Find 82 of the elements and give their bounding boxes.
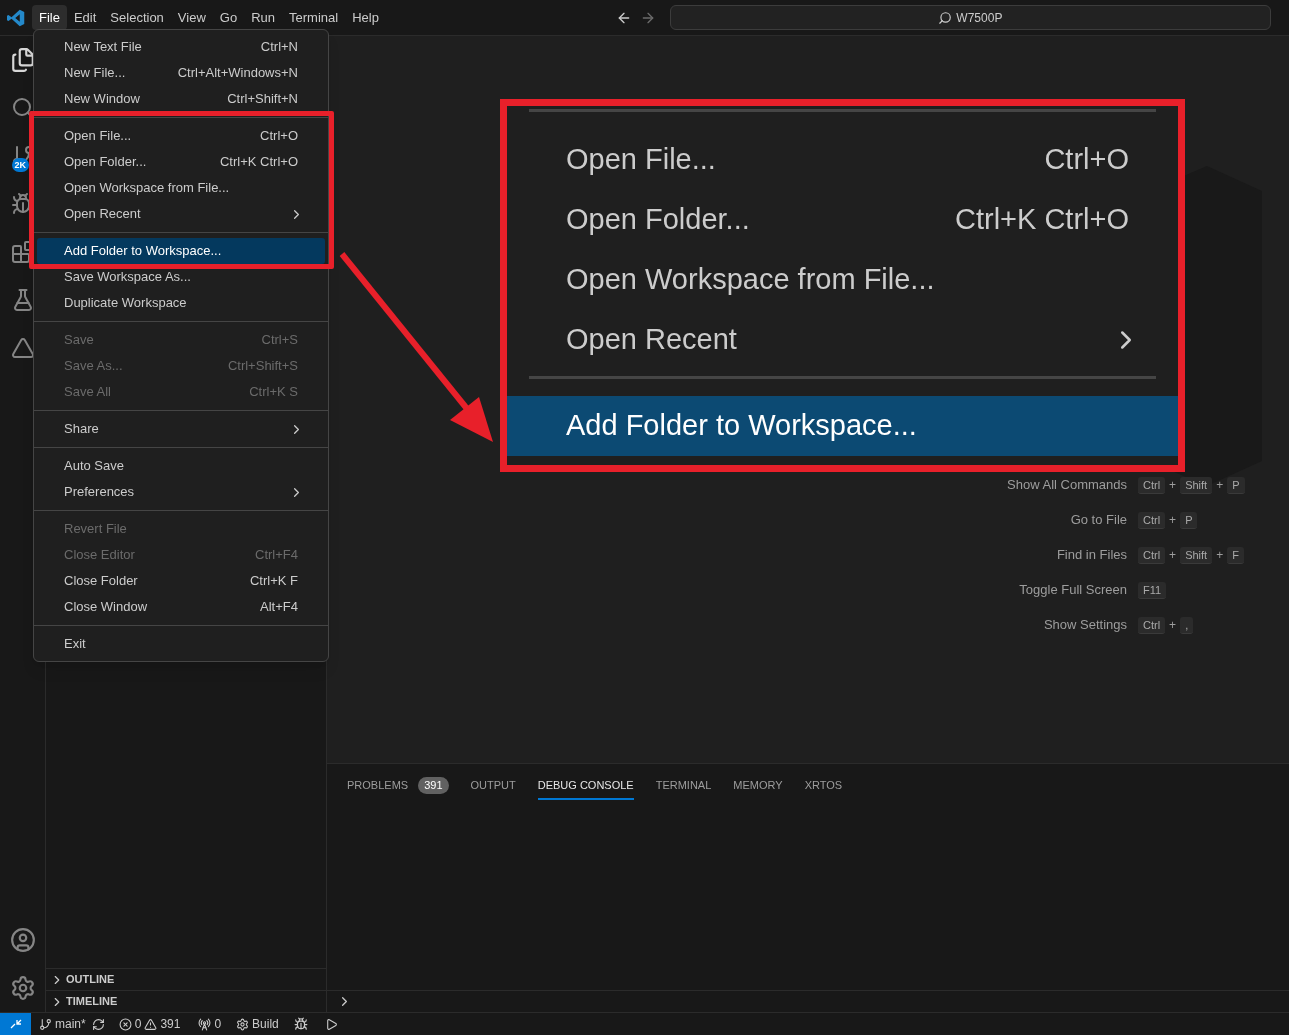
triangle-icon[interactable] xyxy=(10,336,35,360)
menu-bar-item[interactable]: File xyxy=(32,4,67,31)
panel-tab[interactable]: TERMINAL xyxy=(655,773,712,800)
error-icon xyxy=(118,1017,132,1031)
keyboard-key: Ctrl xyxy=(1138,476,1166,494)
build-item[interactable]: Build xyxy=(236,1015,279,1033)
keyboard-key: Ctrl xyxy=(1138,616,1166,634)
keyboard-key: Ctrl xyxy=(1138,511,1166,529)
keyboard-key: Shift xyxy=(1180,546,1213,564)
remote-button[interactable] xyxy=(0,1013,31,1035)
menu-bar-item[interactable]: Help xyxy=(345,4,386,31)
panel-tab[interactable]: MEMORY xyxy=(733,773,783,800)
search-icon xyxy=(938,10,953,25)
keyboard-key: P xyxy=(1227,476,1245,494)
menu-bar-item[interactable]: Run xyxy=(244,4,282,31)
problems-item[interactable]: 0 391 xyxy=(118,1015,181,1033)
keyboard-key: , xyxy=(1180,616,1194,634)
bug-icon[interactable] xyxy=(293,1017,308,1031)
plus-sign: + xyxy=(1169,512,1177,529)
menu-item[interactable]: Open Workspace from File... xyxy=(37,175,325,201)
remote-icon xyxy=(9,1019,22,1029)
menu-bar-item[interactable]: Edit xyxy=(66,4,104,31)
antenna-icon xyxy=(198,1017,212,1031)
menu-item[interactable]: Open Folder... Ctrl+K Ctrl+O xyxy=(37,149,325,175)
sidebar-section-header[interactable]: OUTLINE xyxy=(46,968,326,990)
menu-item[interactable]: New File... Ctrl+Alt+Windows+N xyxy=(37,60,325,86)
keyboard-key: Ctrl xyxy=(1138,546,1166,564)
settings-icon[interactable] xyxy=(9,975,36,1001)
app-logo-icon xyxy=(7,8,25,27)
menu-bar-item[interactable]: Go xyxy=(212,4,245,31)
files-icon[interactable] xyxy=(9,47,36,73)
menu-bar-item[interactable]: Selection xyxy=(103,4,171,31)
shortcut-label: Show All Commands xyxy=(1006,476,1127,495)
menu-item[interactable]: Open Workspace from File... xyxy=(507,250,1178,310)
count-badge: 2K xyxy=(11,158,29,172)
keyboard-key: Shift xyxy=(1180,476,1213,494)
plus-sign: + xyxy=(1216,547,1224,564)
command-center-field[interactable]: W7500P xyxy=(669,5,1271,30)
ports-item[interactable]: 0 xyxy=(198,1015,222,1033)
play-icon[interactable] xyxy=(324,1017,338,1031)
shortcut-label: Show Settings xyxy=(1042,616,1127,635)
plus-sign: + xyxy=(1169,477,1177,494)
menu-item[interactable]: Open Recent xyxy=(37,201,325,227)
sidebar-section-header[interactable]: TIMELINE xyxy=(46,990,326,1012)
plus-sign: + xyxy=(1169,547,1177,564)
panel-tab[interactable]: DEBUG CONSOLE xyxy=(537,773,634,800)
plus-sign: + xyxy=(1216,477,1224,494)
branch-icon xyxy=(39,1017,52,1031)
menu-bar-item[interactable]: View xyxy=(170,4,213,31)
menu-item[interactable]: Open File... Ctrl+O xyxy=(507,130,1178,190)
panel-tab[interactable]: XRTOS xyxy=(804,773,843,800)
menu-item[interactable]: Add Folder to Workspace... xyxy=(37,238,325,264)
shortcut-label: Go to File xyxy=(1069,511,1127,530)
shortcut-label: Toggle Full Screen xyxy=(1018,581,1127,600)
menu-item[interactable]: Open Folder... Ctrl+K Ctrl+O xyxy=(507,190,1178,250)
menu-item[interactable]: Open Recent xyxy=(507,310,1178,370)
branch-item[interactable]: main* xyxy=(39,1015,86,1033)
gear-icon xyxy=(236,1017,250,1031)
panel-tab[interactable]: PROBLEMS 391 xyxy=(347,773,449,800)
menu-bar-item[interactable]: Terminal xyxy=(282,4,346,31)
warning-icon xyxy=(144,1017,158,1031)
menu-item[interactable]: Share xyxy=(37,416,325,442)
menu-item[interactable]: Auto Save xyxy=(37,453,325,479)
keyboard-key: P xyxy=(1180,511,1198,529)
menu-item[interactable]: Duplicate Workspace xyxy=(37,290,325,316)
menu-item[interactable]: New Window Ctrl+Shift+N xyxy=(37,86,325,112)
menu-item[interactable]: New Text File Ctrl+N xyxy=(37,34,325,60)
menu-item[interactable]: Open File... Ctrl+O xyxy=(37,123,325,149)
menu-item[interactable]: Close Window Alt+F4 xyxy=(37,594,325,620)
shortcut-label: Find in Files xyxy=(1055,546,1127,565)
keyboard-key: F11 xyxy=(1138,581,1167,599)
menu-item[interactable]: Close Folder Ctrl+K F xyxy=(37,568,325,594)
plus-sign: + xyxy=(1169,617,1177,634)
sync-icon[interactable] xyxy=(91,1017,105,1031)
keyboard-key: F xyxy=(1227,546,1244,564)
menu-item[interactable]: Exit xyxy=(37,631,325,657)
panel-tab[interactable]: OUTPUT xyxy=(470,773,516,800)
menu-item[interactable]: Save Workspace As... xyxy=(37,264,325,290)
count-badge: 391 xyxy=(418,777,449,794)
menu-item[interactable]: Preferences xyxy=(37,479,325,505)
menu-item[interactable]: Add Folder to Workspace... xyxy=(507,396,1178,456)
account-icon[interactable] xyxy=(9,927,36,953)
